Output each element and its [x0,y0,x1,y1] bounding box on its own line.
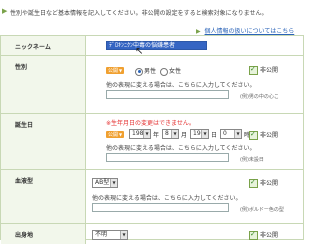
gender-other-input[interactable] [106,90,229,99]
nickname-row: ニックネーム ﾃﾞﾛｷﾝﾆｸﾝ中毒の悩嫌患者 [1,36,303,56]
birthplace-row: 出身地 不明▼ 非公開 [1,224,303,244]
blood-other-hint: 他の表現に変える場合は、こちらに入力してください。 [92,195,242,202]
label-cell: 出身地 [1,224,86,244]
visibility-dropdown[interactable]: 公開▼ [106,67,125,74]
label-cell: ニックネーム [1,36,86,55]
birth-hour-select[interactable]: 0 ▼ [220,129,242,139]
gender-row: 性別 公開▼ 男性 女性 非公開 他の表現に変える場合は、こちらに入力してくださ… [1,56,303,114]
chevron-down-icon: ▼ [120,231,127,239]
blood-row: 血液型 AB型▼ 非公開 他の表現に変える場合は、こちらに入力してください。 (… [1,170,303,224]
birthday-other-input[interactable] [106,153,229,162]
triangle-right-icon: ▶ [196,28,201,35]
day-unit: 日 [211,132,218,139]
radio-unchecked-icon [160,67,168,76]
birth-day-select[interactable]: 19 ▼ [190,129,209,139]
birthplace-private-checkbox[interactable]: 非公開 [249,230,278,240]
chevron-down-icon: ▼ [234,130,241,138]
birthplace-select[interactable]: 不明 ▼ [92,230,128,240]
birth-year-select[interactable]: 1980 ▼ [129,129,151,139]
label-cell: 血液型 [1,170,86,223]
blood-other-input[interactable] [92,203,229,212]
chevron-down-icon: ▼ [110,179,117,187]
month-unit: 月 [181,132,188,139]
blood-type-select[interactable]: AB型 ▼ [92,178,118,188]
birthday-cell: ※生年月日の変更はできません。 公開▼ 1980 ▼ 年 8 ▼ 月 19 ▼ 日 0… [91,46,303,169]
birthplace-cell: 不明▼ 非公開 [91,224,303,244]
cursor-icon: ↖ [135,46,144,57]
chevron-down-icon: ▼ [201,130,208,138]
birthday-warning: ※生年月日の変更はできません。 [106,120,195,127]
nickname-cell: ﾃﾞﾛｷﾝﾆｸﾝ中毒の悩嫌患者 [91,36,303,55]
birthday-other-hint: 他の表現に変える場合は、こちらに入力してください。 [106,145,256,152]
gender-cell: 公開▼ 男性 女性 非公開 他の表現に変える場合は、こちらに入力してください。 … [91,56,303,113]
birthday-example: (例)未設日 [240,157,264,163]
year-unit: 年 [153,132,160,139]
nickname-label: ニックネーム [15,44,51,51]
label-cell: 誕生日 [1,114,86,169]
birthday-row: 誕生日 ※生年月日の変更はできません。 公開▼ 1980 ▼ 年 8 ▼ 月 19 ▼… [1,46,303,170]
checkbox-checked-icon [249,230,258,240]
visibility-dropdown[interactable]: 公開▼ [106,131,125,138]
checkbox-checked-icon [249,65,258,75]
birthday-private-checkbox[interactable]: 非公開 [249,130,278,140]
label-cell: 性別 [1,56,86,113]
privacy-link[interactable]: 個人情報の扱いについてはこちら [205,28,295,35]
birthday-label: 誕生日 [15,122,34,129]
radio-checked-icon [135,67,143,76]
profile-form: ニックネーム ﾃﾞﾛｷﾝﾆｸﾝ中毒の悩嫌患者 性別 公開▼ 男性 女性 非公開 … [0,35,304,244]
privacy-link-row: ▶ 個人情報の扱いについてはこちら [196,26,294,35]
notice-text: 性別や誕生日など基本情報を記入してください。非公開の設定をすると検索対象になりま… [10,10,268,17]
gender-private-checkbox[interactable]: 非公開 [249,65,278,75]
blood-example: (例)ボルドー色の型 [240,207,284,213]
triangle-right-icon: ▶ [2,7,8,15]
blood-cell: AB型▼ 非公開 他の表現に変える場合は、こちらに入力してください。 (例)ボル… [91,170,303,223]
blood-label: 血液型 [15,178,34,185]
gender-example: (例)男の中の心こ [240,94,279,100]
chevron-down-icon: ▼ [143,130,150,138]
nickname-input[interactable]: ﾃﾞﾛｷﾝﾆｸﾝ中毒の悩嫌患者 [106,41,207,50]
gender-label: 性別 [15,64,28,71]
chevron-down-icon: ▼ [171,130,178,138]
gender-other-hint: 他の表現に変える場合は、こちらに入力してください。 [106,82,256,89]
checkbox-checked-icon [249,178,258,188]
blood-private-checkbox[interactable]: 非公開 [249,178,278,188]
notice: ▶ 性別や誕生日など基本情報を記入してください。非公開の設定をすると検索対象にな… [0,6,320,20]
birthplace-label: 出身地 [15,232,34,239]
gender-female-radio[interactable]: 女性 [160,66,181,76]
gender-male-radio[interactable]: 男性 [135,66,156,76]
checkbox-checked-icon [249,130,258,140]
birth-month-select[interactable]: 8 ▼ [162,129,179,139]
